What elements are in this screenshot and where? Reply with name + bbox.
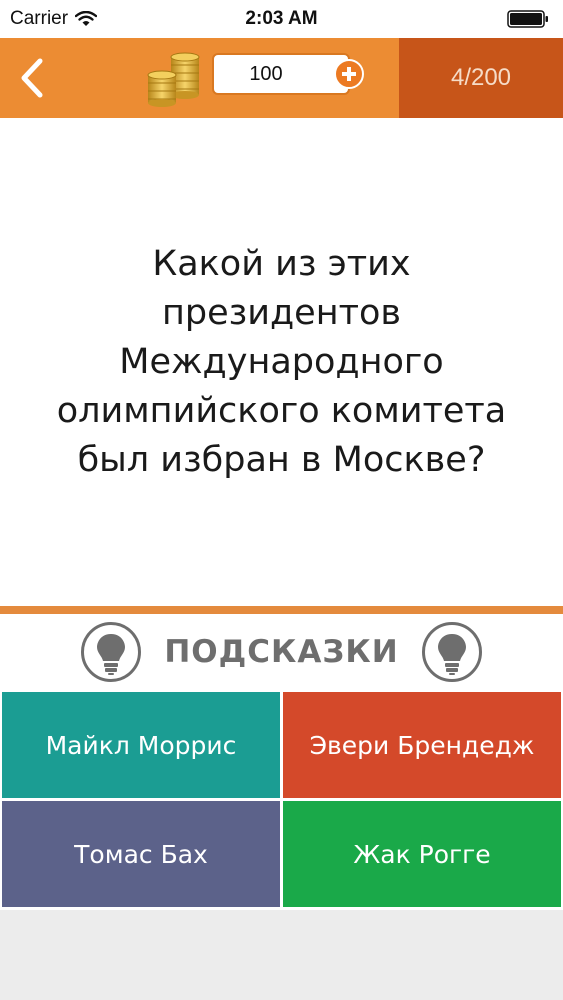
back-button[interactable] <box>10 48 54 108</box>
question-text: Какой из этих президентов Международного… <box>57 240 507 485</box>
hints-button[interactable]: ПОДСКАЗКИ <box>0 614 563 690</box>
bottom-area <box>0 910 563 1000</box>
question-area: Какой из этих президентов Международного… <box>0 118 563 606</box>
question-line: президентов <box>161 292 402 333</box>
lightbulb-icon[interactable] <box>421 621 483 683</box>
plus-icon <box>342 67 356 81</box>
question-line: Какой из этих <box>152 243 411 284</box>
carrier-label: Carrier <box>10 8 69 29</box>
battery-icon <box>507 10 549 28</box>
add-coins-button[interactable] <box>334 59 364 89</box>
coins-count-field: 100 <box>212 53 350 95</box>
status-left: Carrier <box>10 8 98 30</box>
answer-button-1[interactable]: Майкл Моррис <box>2 692 280 798</box>
question-line: был избран в Москве? <box>77 439 486 480</box>
hints-label: ПОДСКАЗКИ <box>164 634 399 670</box>
answer-button-3[interactable]: Томас Бах <box>2 801 280 907</box>
back-chevron-icon <box>21 58 43 98</box>
top-bar: 100 4/200 <box>0 38 563 118</box>
question-progress: 4/200 <box>399 38 563 118</box>
answer-button-2[interactable]: Эвери Брендедж <box>283 692 561 798</box>
status-bar: Carrier 2:03 AM <box>0 0 563 38</box>
wifi-icon <box>75 11 98 26</box>
coins-icon <box>147 52 200 107</box>
lightbulb-icon[interactable] <box>80 621 142 683</box>
section-divider <box>0 606 563 614</box>
question-line: Международного <box>119 341 444 382</box>
answer-button-4[interactable]: Жак Рогге <box>283 801 561 907</box>
question-line: олимпийского комитета <box>56 390 507 431</box>
answers-grid: Майкл Моррис Эвери Брендедж Томас Бах Жа… <box>0 690 563 910</box>
